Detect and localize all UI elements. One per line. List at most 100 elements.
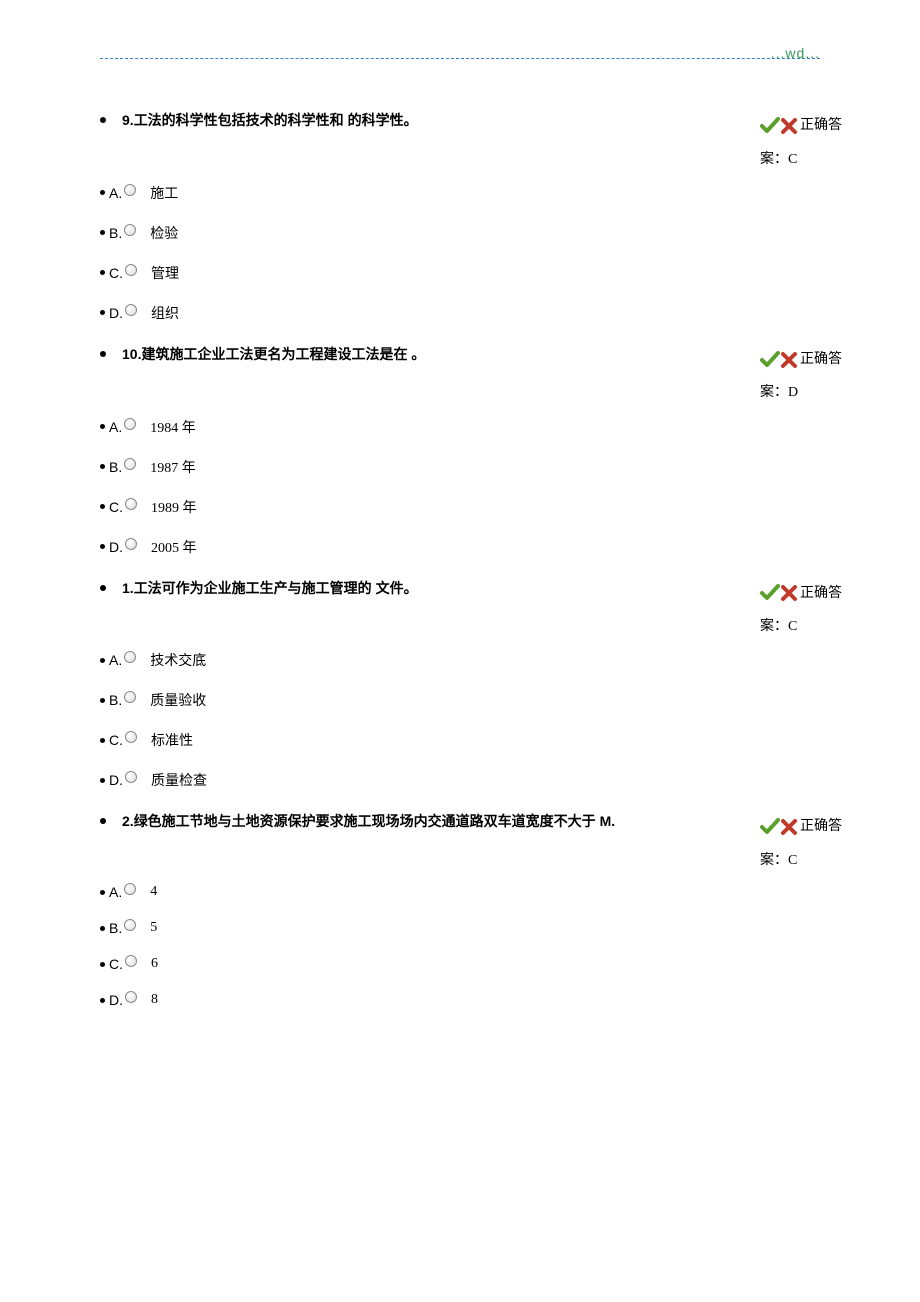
option-label: D. [109, 772, 123, 788]
question-block: 9.工法的科学性包括技术的科学性和 的科学性。 正确答 案：C A. 施工 [100, 109, 820, 333]
cross-icon [780, 351, 798, 369]
option-label: C. [109, 265, 123, 281]
bullet-icon [100, 117, 106, 123]
answer-value: C [788, 619, 797, 634]
answer-label-suffix: 案： [760, 853, 788, 868]
option-row: C. 1989 年 [100, 487, 820, 527]
header-dashed-line: ...wd... [100, 58, 820, 59]
options-list: A. 技术交底 B. 质量验收 C. 标准性 D. 质量检查 [100, 640, 820, 800]
radio-input[interactable] [125, 731, 137, 743]
bullet-icon [100, 310, 105, 315]
option-row: A. 4 [100, 874, 820, 910]
bullet-icon [100, 658, 105, 663]
question-block: 1.工法可作为企业施工生产与施工管理的 文件。 正确答 案：C A. 技术交底 [100, 577, 820, 801]
bullet-icon [100, 890, 105, 895]
bullet-icon [100, 818, 106, 824]
question-body: 工法可作为企业施工生产与施工管理的 文件。 [134, 580, 418, 596]
answer-label-prefix: 正确答 [800, 819, 842, 834]
option-label: D. [109, 305, 123, 321]
option-text: 6 [151, 956, 158, 972]
question-number: 10. [122, 346, 141, 362]
answer-value: C [788, 853, 797, 868]
answer-icons [760, 351, 798, 369]
question-text: 10.建筑施工企业工法更名为工程建设工法是在 。 [122, 343, 820, 367]
option-row: B. 质量验收 [100, 680, 820, 720]
cross-icon [780, 584, 798, 602]
option-row: A. 1984 年 [100, 407, 820, 447]
radio-input[interactable] [125, 991, 137, 1003]
bullet-icon [100, 464, 105, 469]
question-row: 9.工法的科学性包括技术的科学性和 的科学性。 [100, 109, 820, 133]
option-text: 4 [150, 884, 157, 900]
option-label: A. [109, 652, 122, 668]
question-body: 工法的科学性包括技术的科学性和 的科学性。 [134, 112, 418, 128]
answer-label-suffix: 案： [760, 385, 788, 400]
radio-input[interactable] [124, 883, 136, 895]
header-watermark: ...wd... [771, 45, 820, 61]
option-row: D. 质量检查 [100, 760, 820, 800]
options-list: A. 1984 年 B. 1987 年 C. 1989 年 D. 2005 年 [100, 407, 820, 567]
option-label: A. [109, 884, 122, 900]
radio-input[interactable] [125, 264, 137, 276]
radio-input[interactable] [124, 919, 136, 931]
option-row: B. 5 [100, 910, 820, 946]
option-text: 1989 年 [151, 497, 197, 517]
radio-input[interactable] [125, 771, 137, 783]
option-text: 管理 [151, 263, 179, 283]
question-text: 1.工法可作为企业施工生产与施工管理的 文件。 [122, 577, 820, 601]
bullet-icon [100, 962, 105, 967]
question-body: 建筑施工企业工法更名为工程建设工法是在 。 [141, 346, 425, 362]
bullet-icon [100, 926, 105, 931]
options-list: A. 4 B. 5 C. 6 D. 8 [100, 874, 820, 1018]
question-body: 绿色施工节地与土地资源保护要求施工现场场内交通道路双车道宽度不大于 M. [134, 813, 615, 829]
option-text: 1984 年 [150, 417, 196, 437]
option-label: B. [109, 920, 122, 936]
radio-input[interactable] [124, 651, 136, 663]
radio-input[interactable] [124, 224, 136, 236]
radio-input[interactable] [124, 184, 136, 196]
radio-input[interactable] [125, 955, 137, 967]
radio-input[interactable] [125, 304, 137, 316]
option-text: 8 [151, 992, 158, 1008]
radio-input[interactable] [124, 691, 136, 703]
answer-box: 正确答 案：D [760, 343, 890, 410]
radio-input[interactable] [125, 538, 137, 550]
option-label: A. [109, 185, 122, 201]
question-block: 2.绿色施工节地与土地资源保护要求施工现场场内交通道路双车道宽度不大于 M. 正… [100, 810, 820, 1018]
answer-box: 正确答 案：C [760, 109, 890, 176]
bullet-icon [100, 424, 105, 429]
option-label: D. [109, 539, 123, 555]
option-row: D. 组织 [100, 293, 820, 333]
bullet-icon [100, 544, 105, 549]
question-number: 1. [122, 580, 134, 596]
question-text: 9.工法的科学性包括技术的科学性和 的科学性。 [122, 109, 820, 133]
answer-icons [760, 818, 798, 836]
radio-input[interactable] [124, 418, 136, 430]
question-number: 2. [122, 813, 134, 829]
answer-icons [760, 117, 798, 135]
option-label: C. [109, 499, 123, 515]
answer-label-prefix: 正确答 [800, 118, 842, 133]
check-icon [760, 117, 780, 135]
radio-input[interactable] [125, 498, 137, 510]
answer-box: 正确答 案：C [760, 577, 890, 644]
options-list: A. 施工 B. 检验 C. 管理 D. 组织 [100, 173, 820, 333]
cross-icon [780, 117, 798, 135]
option-text: 2005 年 [151, 537, 197, 557]
bullet-icon [100, 778, 105, 783]
option-label: B. [109, 692, 122, 708]
option-label: C. [109, 956, 123, 972]
check-icon [760, 818, 780, 836]
option-label: A. [109, 419, 122, 435]
bullet-icon [100, 998, 105, 1003]
question-text: 2.绿色施工节地与土地资源保护要求施工现场场内交通道路双车道宽度不大于 M. [122, 810, 820, 834]
question-row: 1.工法可作为企业施工生产与施工管理的 文件。 [100, 577, 820, 601]
option-text: 组织 [151, 303, 179, 323]
radio-input[interactable] [124, 458, 136, 470]
answer-label-suffix: 案： [760, 619, 788, 634]
answer-label-prefix: 正确答 [800, 352, 842, 367]
check-icon [760, 351, 780, 369]
option-row: B. 检验 [100, 213, 820, 253]
option-row: D. 8 [100, 982, 820, 1018]
option-label: B. [109, 459, 122, 475]
